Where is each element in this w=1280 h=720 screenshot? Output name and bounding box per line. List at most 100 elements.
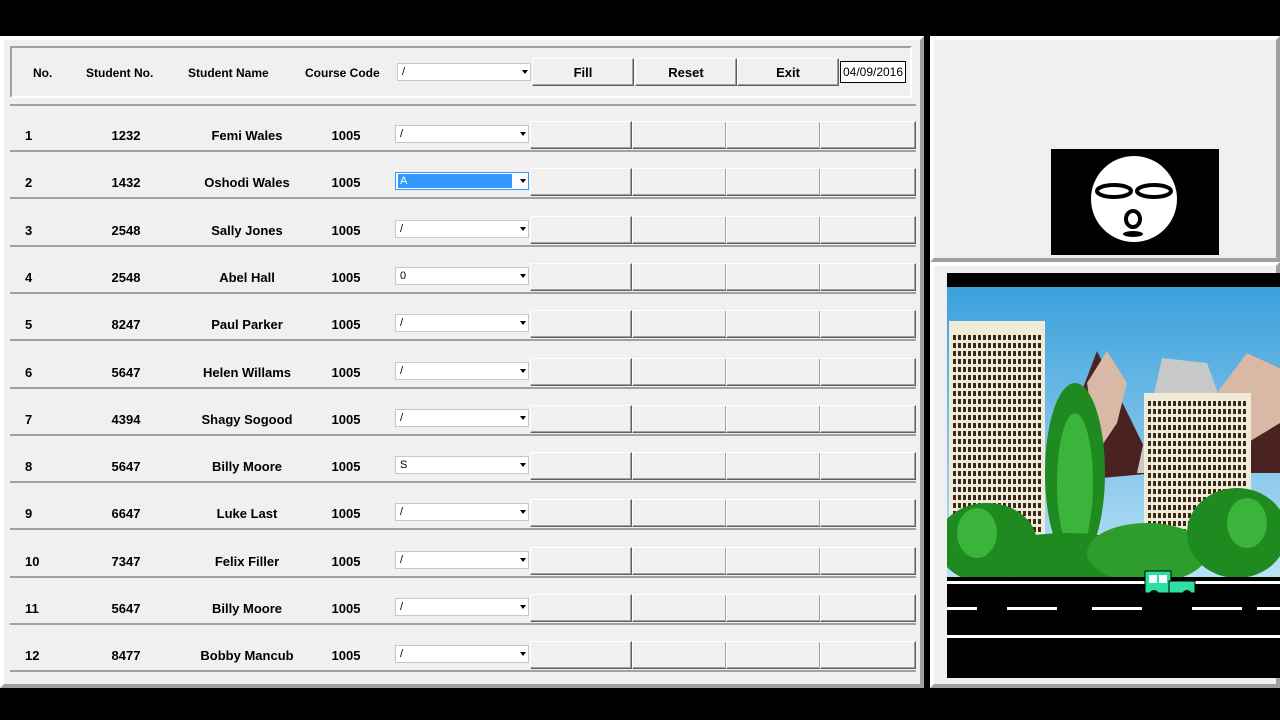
row-course-code: 1005 — [331, 269, 361, 285]
grid-button[interactable] — [820, 404, 916, 433]
grade-combo[interactable]: / — [395, 503, 529, 522]
chevron-down-icon[interactable] — [520, 226, 526, 231]
grid-button[interactable] — [726, 404, 821, 433]
grid-button[interactable] — [726, 121, 821, 149]
grid-button[interactable] — [632, 262, 727, 291]
row-no: 5 — [25, 317, 33, 333]
filter-combo[interactable]: / — [397, 63, 531, 81]
chevron-down-icon[interactable] — [520, 321, 526, 326]
grid-button[interactable] — [632, 310, 727, 339]
row-separator — [10, 623, 916, 625]
grid-button[interactable] — [632, 357, 727, 386]
grid-button[interactable] — [632, 546, 727, 575]
chevron-down-icon[interactable] — [520, 132, 526, 136]
grid-button[interactable] — [530, 262, 632, 291]
grid-button[interactable] — [632, 452, 727, 481]
row-student-name: Paul Parker — [211, 317, 283, 333]
date-field[interactable]: 04/09/2016 — [840, 61, 906, 83]
grid-button[interactable] — [726, 215, 821, 244]
grid-button[interactable] — [632, 594, 727, 622]
row-no: 7 — [25, 411, 33, 427]
grid-button[interactable] — [726, 168, 821, 197]
grid-button[interactable] — [820, 310, 916, 339]
city-street-scene — [947, 287, 1280, 678]
grid-button[interactable] — [632, 215, 727, 244]
grid-button[interactable] — [632, 499, 727, 528]
grid-button[interactable] — [726, 546, 821, 575]
grid-button[interactable] — [632, 121, 727, 149]
grid-button[interactable] — [820, 215, 916, 244]
chevron-down-icon[interactable] — [520, 273, 526, 278]
row-course-code: 1005 — [331, 648, 361, 664]
grid-button[interactable] — [820, 546, 916, 575]
grid-button[interactable] — [820, 452, 916, 481]
grade-combo[interactable]: / — [395, 645, 529, 664]
grid-button[interactable] — [530, 357, 632, 386]
row-separator — [10, 575, 916, 578]
chevron-down-icon[interactable] — [522, 70, 528, 74]
grid-button[interactable] — [530, 404, 632, 433]
row-no: 4 — [25, 269, 33, 285]
grid-button[interactable] — [820, 499, 916, 528]
grade-combo[interactable]: / — [395, 408, 529, 427]
grid-button[interactable] — [530, 310, 632, 339]
grid-button[interactable] — [726, 357, 821, 386]
chevron-down-icon[interactable] — [520, 179, 526, 184]
grid-button[interactable] — [530, 121, 632, 149]
reset-button[interactable]: Reset — [635, 58, 737, 86]
exit-button[interactable]: Exit — [737, 58, 839, 86]
grid-button[interactable] — [726, 499, 821, 528]
grade-combo[interactable]: / — [395, 598, 529, 616]
row-separator — [10, 244, 916, 247]
grid-button[interactable] — [530, 452, 632, 481]
chevron-down-icon[interactable] — [520, 557, 526, 562]
chevron-down-icon[interactable] — [520, 368, 526, 373]
grid-button[interactable] — [530, 215, 632, 244]
grade-combo[interactable]: 0 — [395, 266, 529, 285]
grade-combo[interactable]: / — [395, 219, 529, 238]
fill-button[interactable]: Fill — [532, 58, 634, 86]
row-student-name: Sally Jones — [211, 222, 283, 238]
grid-button[interactable] — [530, 546, 632, 575]
row-student-no: 5647 — [111, 459, 141, 475]
chevron-down-icon[interactable] — [520, 415, 526, 420]
grid-button[interactable] — [726, 310, 821, 339]
grade-combo[interactable]: / — [395, 125, 529, 143]
chevron-down-icon[interactable] — [520, 510, 526, 515]
grade-combo[interactable]: / — [395, 314, 529, 333]
grid-button[interactable] — [632, 641, 727, 670]
grade-combo[interactable]: / — [395, 361, 529, 380]
row-course-code: 1005 — [331, 601, 361, 616]
grid-button[interactable] — [820, 641, 916, 670]
grid-button[interactable] — [726, 262, 821, 291]
grid-button[interactable] — [820, 357, 916, 386]
row-student-name: Felix Filler — [214, 553, 280, 569]
grid-button[interactable] — [632, 168, 727, 197]
grid-button[interactable] — [726, 452, 821, 481]
row-student-no: 4394 — [111, 411, 141, 427]
grid-button[interactable] — [632, 404, 727, 433]
grid-button[interactable] — [820, 168, 916, 197]
chevron-down-icon[interactable] — [520, 652, 526, 657]
grid-button[interactable] — [530, 594, 632, 622]
grid-button[interactable] — [820, 594, 916, 622]
grid-button[interactable] — [726, 641, 821, 670]
grade-combo[interactable]: A — [395, 172, 529, 191]
grade-combo-value: / — [400, 128, 404, 140]
row-student-name: Oshodi Wales — [204, 175, 290, 191]
grid-button[interactable] — [820, 121, 916, 149]
grid-button[interactable] — [530, 499, 632, 528]
row-student-no: 6647 — [111, 506, 141, 522]
grid-button[interactable] — [530, 641, 632, 670]
chevron-down-icon[interactable] — [520, 463, 526, 468]
grade-combo-value: / — [400, 317, 404, 330]
grid-button[interactable] — [530, 168, 632, 197]
grid-button[interactable] — [726, 594, 821, 622]
chevron-down-icon[interactable] — [520, 605, 526, 609]
grade-combo[interactable]: S — [395, 456, 529, 475]
grid-button[interactable] — [820, 262, 916, 291]
grade-combo[interactable]: / — [395, 550, 529, 569]
grade-combo-value: / — [400, 506, 404, 519]
row-no: 9 — [25, 506, 33, 522]
row-no: 2 — [25, 175, 33, 191]
